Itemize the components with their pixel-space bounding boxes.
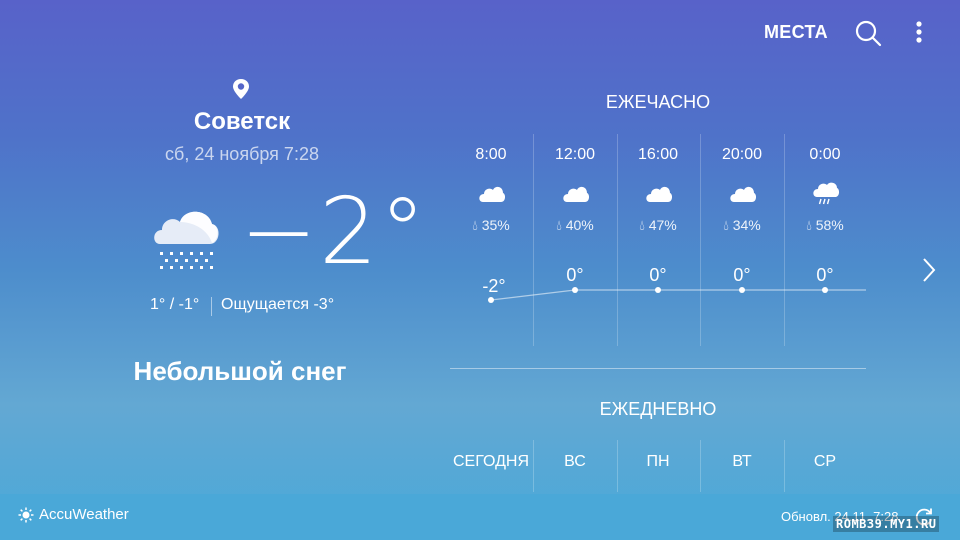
cloud-icon [727,182,757,206]
drop-icon: 💧︎ [472,217,478,233]
weather-condition: Небольшой снег [133,356,347,386]
column-divider [533,440,534,492]
precip-chance: 💧︎ 58% [785,217,865,234]
hour-time: 16:00 [637,146,679,163]
precip-value: 35% [481,217,510,233]
precip-value: 47% [648,217,677,233]
temperature-point [488,297,494,303]
more-vertical-icon[interactable] [906,18,932,48]
location-pin-icon [231,78,251,100]
hour-time: 12:00 [554,146,596,163]
temperature-point [739,287,745,293]
places-button[interactable]: МЕСТА [764,22,828,43]
date-time: сб, 24 ноября 7:28 [165,144,319,164]
temperature-point [572,287,578,293]
divider [211,297,212,316]
temperature-point [822,287,828,293]
hourly-title: ЕЖЕЧАСНО [605,92,711,112]
hour-time: 8:00 [475,146,507,163]
cloud-icon [476,182,506,206]
cloud-icon [560,182,590,206]
accuweather-logo[interactable]: AccuWeather [18,506,129,523]
chevron-right-icon[interactable] [918,255,940,285]
precip-chance: 💧︎ 40% [535,217,615,234]
precip-value: 40% [565,217,594,233]
sun-icon [18,507,34,522]
day-label[interactable]: ПН [618,453,698,471]
column-divider [700,440,701,492]
drop-icon: 💧︎ [723,217,729,233]
temperature-point [655,287,661,293]
current-temperature: −2° [240,178,428,285]
light-snow-icon [150,200,222,278]
precip-chance: 💧︎ 34% [702,217,782,234]
city-name[interactable]: Советск [140,108,344,136]
precip-chance: 💧︎ 35% [451,217,531,234]
high-low-temperature: 1° / -1° [150,296,200,313]
feels-like: Ощущается -3° [221,296,335,313]
day-label[interactable]: СР [785,453,865,471]
cloud-rain-icon [810,182,840,206]
temperature-line [490,289,866,301]
hour-time: 20:00 [721,146,763,163]
precip-value: 58% [815,217,844,233]
cloud-icon [643,182,673,206]
drop-icon: 💧︎ [556,217,562,233]
drop-icon: 💧︎ [639,217,645,233]
day-label[interactable]: ВТ [702,453,782,471]
brand-name: AccuWeather [39,506,129,523]
search-icon[interactable] [853,18,883,48]
hourly-temperature-graph [488,287,866,303]
hour-time: 0:00 [809,146,841,163]
day-label[interactable]: ВС [535,453,615,471]
precip-chance: 💧︎ 47% [618,217,698,234]
daily-title: ЕЖЕДНЕВНО [599,399,717,419]
day-label[interactable]: СЕГОДНЯ [451,453,531,471]
precip-value: 34% [732,217,761,233]
section-divider [450,368,866,369]
drop-icon: 💧︎ [806,217,812,233]
watermark: ROMB39.MY1.RU [833,516,940,532]
